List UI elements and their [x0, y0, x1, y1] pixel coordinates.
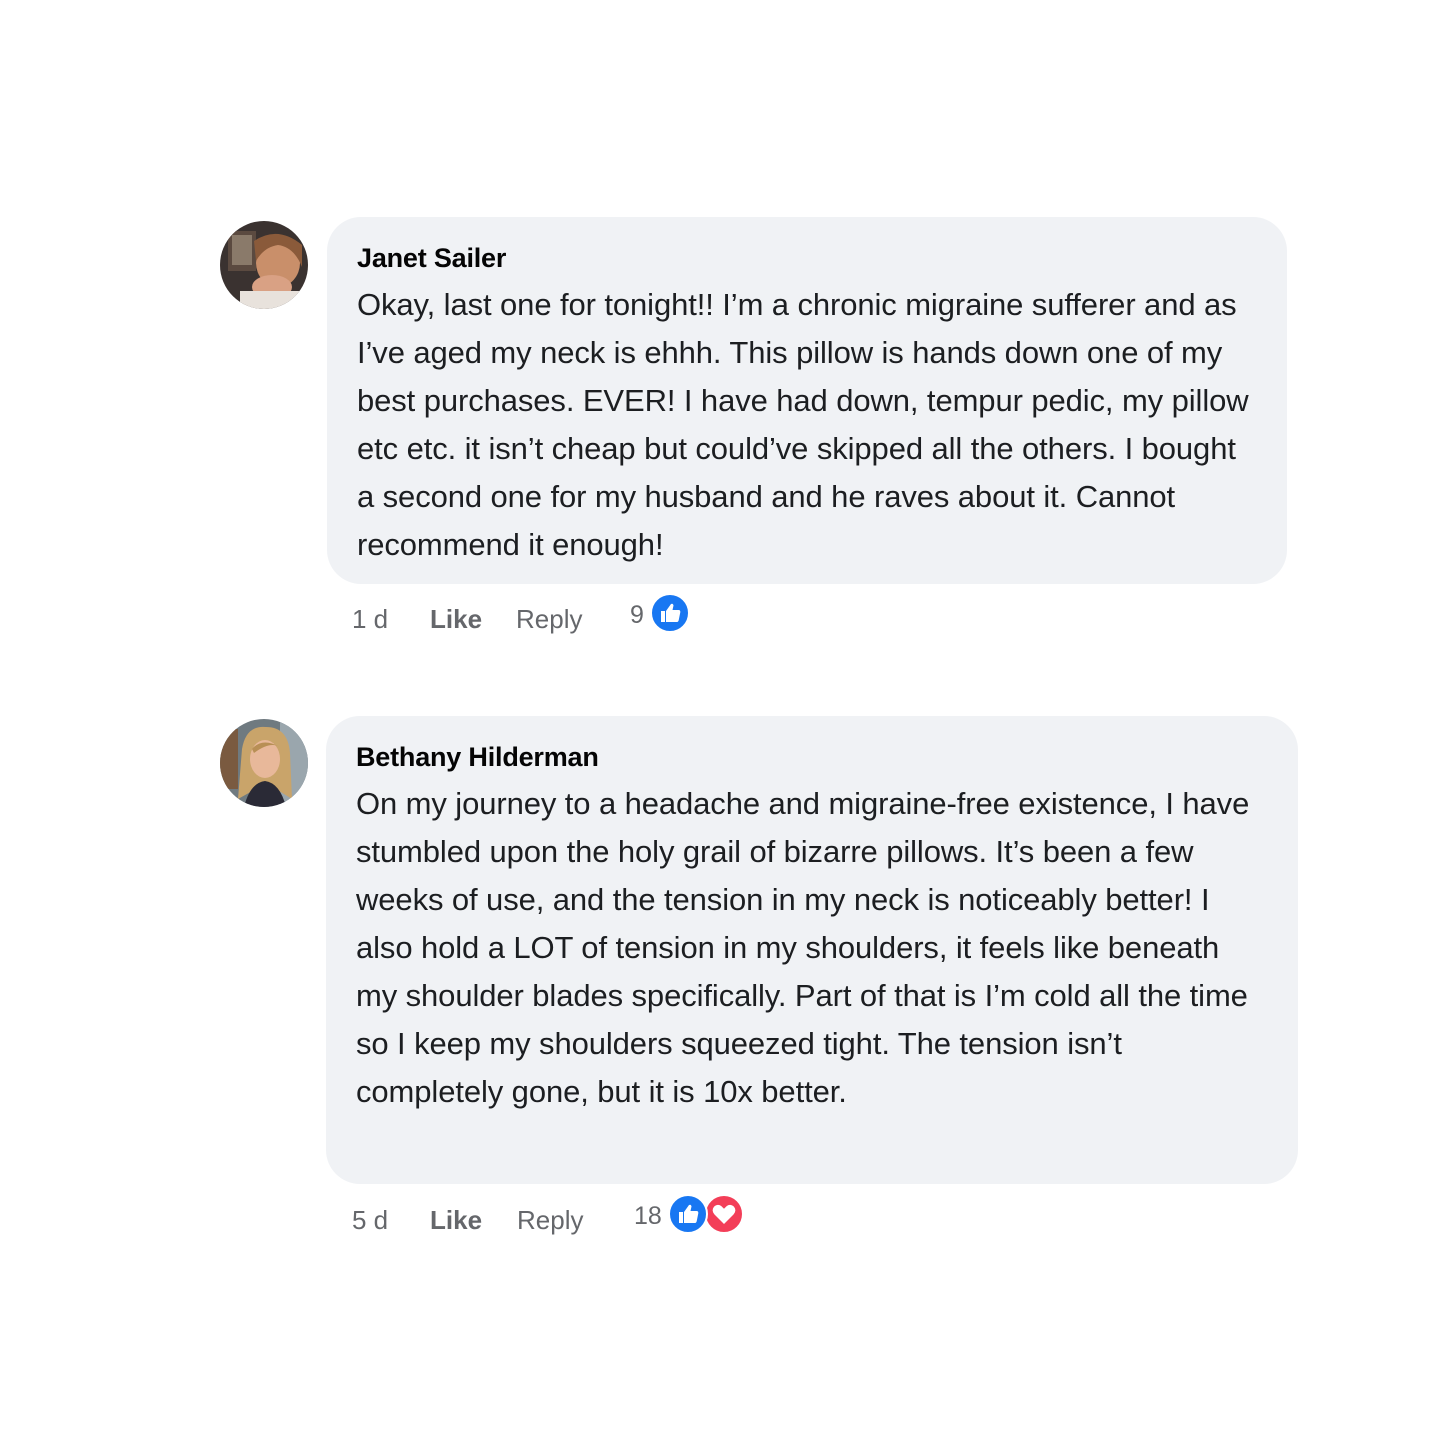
comment-author[interactable]: Janet Sailer	[357, 243, 1257, 273]
reply-button[interactable]: Reply	[516, 604, 582, 635]
comment-bubble: Janet Sailer Okay, last one for tonight!…	[327, 217, 1287, 584]
like-button[interactable]: Like	[430, 604, 482, 635]
like-icon[interactable]	[650, 593, 690, 633]
comment-text: On my journey to a headache and migraine…	[356, 786, 1250, 1109]
comment-actions: 5 d Like Reply 18	[352, 1194, 772, 1245]
comment-author[interactable]: Bethany Hilderman	[356, 742, 1268, 772]
reaction-count[interactable]: 18	[634, 1202, 662, 1231]
like-icon[interactable]	[668, 1194, 708, 1234]
like-button[interactable]: Like	[430, 1205, 482, 1236]
comment-bubble: Bethany Hilderman On my journey to a hea…	[326, 716, 1298, 1184]
comment-actions: 1 d Like Reply 9	[352, 593, 752, 644]
avatar[interactable]	[220, 221, 308, 309]
comment-time[interactable]: 5 d	[352, 1205, 388, 1236]
avatar[interactable]	[220, 719, 308, 807]
love-icon[interactable]	[704, 1194, 744, 1234]
reply-button[interactable]: Reply	[517, 1205, 583, 1236]
comment-text: Okay, last one for tonight!! I’m a chron…	[357, 287, 1249, 562]
reaction-count[interactable]: 9	[630, 601, 644, 630]
comment-time[interactable]: 1 d	[352, 604, 388, 635]
